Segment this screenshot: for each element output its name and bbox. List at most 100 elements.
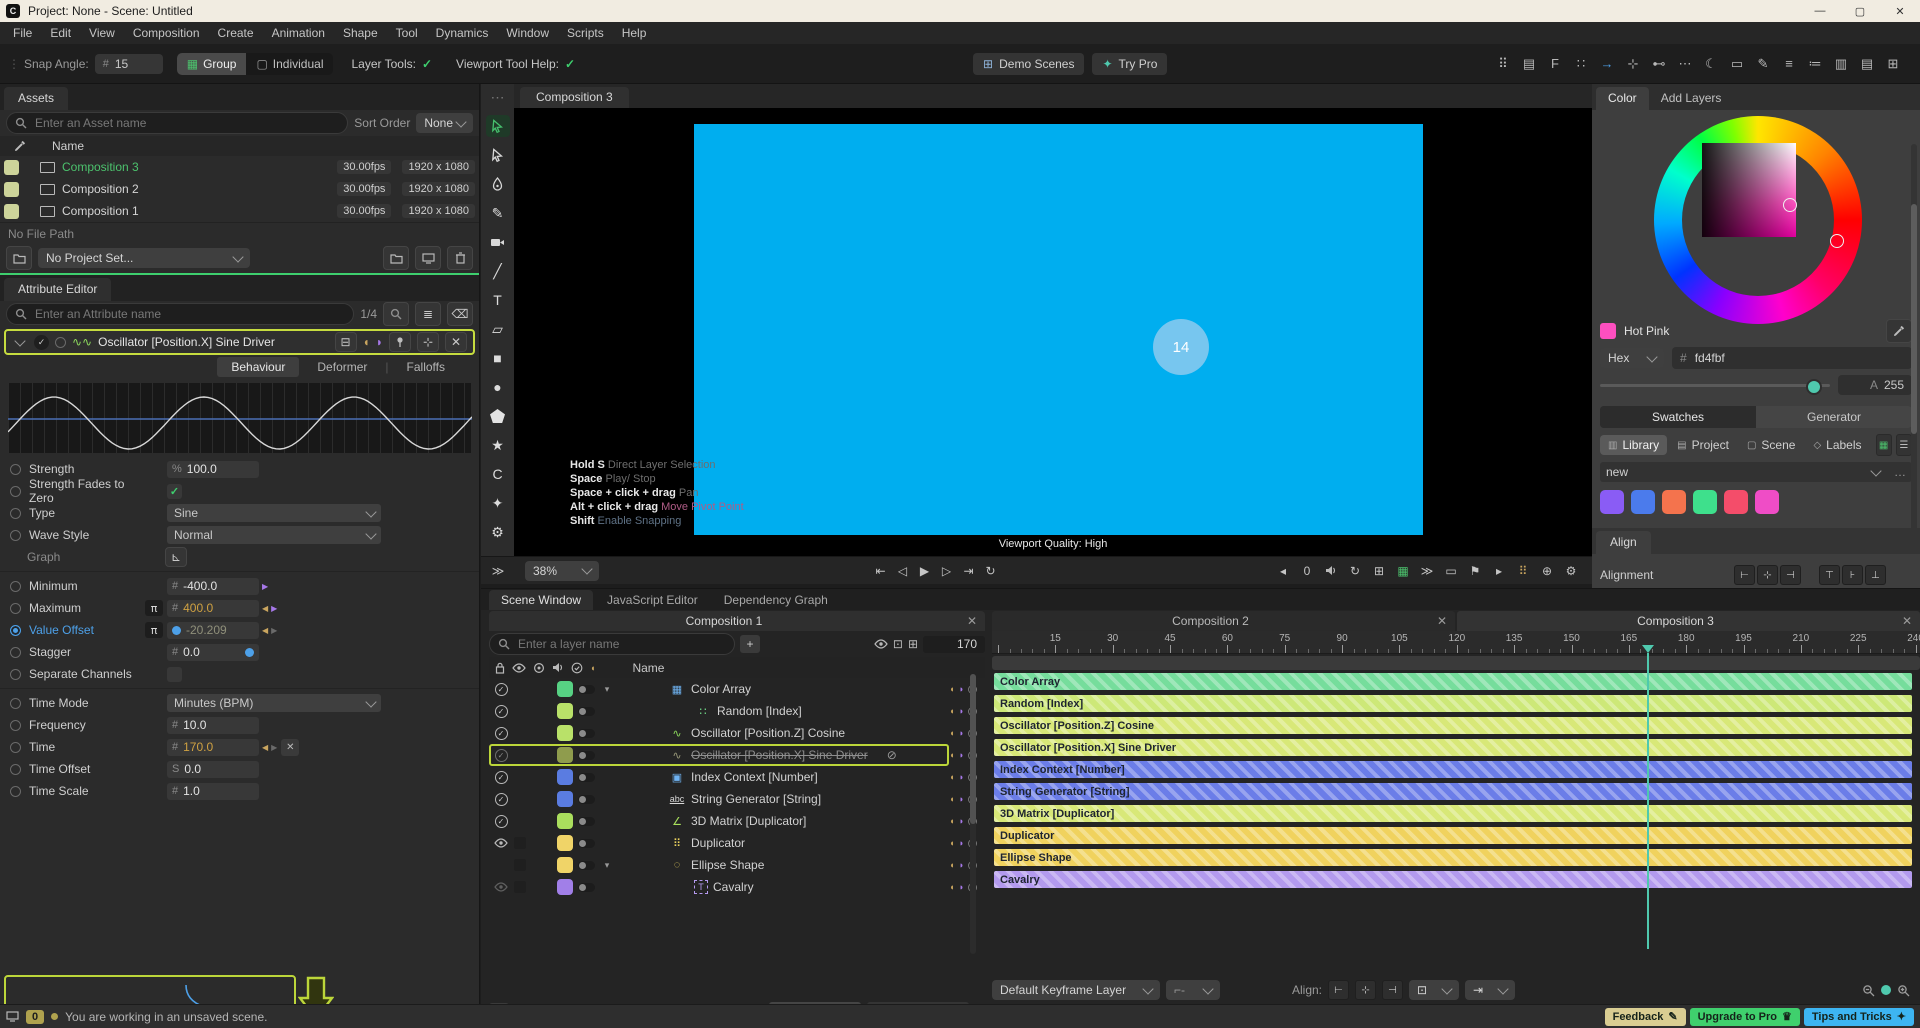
delete-button[interactable] xyxy=(447,246,473,270)
viewport-canvas[interactable]: 14 Hold S Direct Layer SelectionSpace Pl… xyxy=(514,108,1592,556)
viewport-zoom-select[interactable]: 38% xyxy=(525,561,599,581)
strength-field[interactable]: %100.0 xyxy=(167,461,259,478)
align-bottom-icon[interactable]: ⊥ xyxy=(1865,565,1886,585)
color-swatch[interactable] xyxy=(1693,490,1717,514)
viewport-tab-composition3[interactable]: Composition 3 xyxy=(520,87,629,108)
columns-icon[interactable]: ▥ xyxy=(1829,52,1853,76)
layer-tools-check[interactable]: ✓ xyxy=(422,57,432,71)
pentagon-tool[interactable] xyxy=(486,405,510,427)
text-tool[interactable]: T xyxy=(486,289,510,311)
layer-color-swatch[interactable] xyxy=(557,769,573,785)
work-area-bar[interactable] xyxy=(992,656,1920,670)
screen-color-icon[interactable]: ▦ xyxy=(1392,561,1414,581)
timeline-bar[interactable]: Oscillator [Position.X] Sine Driver xyxy=(994,739,1912,756)
layer-row[interactable]: T Cavalry ◖ ◗ xyxy=(489,876,985,898)
viewport-settings-gear-icon[interactable]: ⚙ xyxy=(1560,561,1582,581)
menu-dynamics[interactable]: Dynamics xyxy=(427,26,498,40)
layer-color-swatch[interactable] xyxy=(557,703,573,719)
marker-right-icon[interactable]: ◗ xyxy=(959,750,964,760)
sparkle-tool[interactable]: ✦ xyxy=(486,492,510,514)
layer-toggle[interactable] xyxy=(578,817,595,826)
select-tool[interactable] xyxy=(486,115,510,137)
marker-right-icon[interactable]: ◗ xyxy=(959,706,964,716)
zoom-in-icon[interactable] xyxy=(1897,984,1910,997)
tab-generator[interactable]: Generator xyxy=(1756,406,1912,428)
panel-icon[interactable]: ▤ xyxy=(1517,52,1541,76)
jump-end-button[interactable]: ⇥ xyxy=(958,561,980,581)
audio-icon[interactable] xyxy=(552,662,564,673)
enable-icon[interactable] xyxy=(571,662,583,674)
close-attr-icon[interactable]: ✕ xyxy=(445,332,467,352)
tab-swatches[interactable]: Swatches xyxy=(1600,406,1756,428)
keyframe-marker[interactable]: ▶ xyxy=(271,626,277,635)
menu-help[interactable]: Help xyxy=(613,26,656,40)
asset-row[interactable]: Composition 1 30.00fps 1920 x 1080 xyxy=(0,200,479,222)
snap-mode-select[interactable]: ⊡ xyxy=(1409,980,1459,1000)
flag-icon[interactable]: ⚑ xyxy=(1464,561,1486,581)
collapse-chevron-icon[interactable] xyxy=(14,335,25,346)
keyframe-filter-icon[interactable]: F xyxy=(1543,52,1567,76)
menu-window[interactable]: Window xyxy=(497,26,558,40)
marker-left-icon[interactable]: ◖ xyxy=(949,860,954,870)
close-tab-icon[interactable]: ✕ xyxy=(1429,614,1455,628)
snap-angle-field[interactable]: #15 xyxy=(95,54,163,74)
keyframe-marker[interactable]: ▶ xyxy=(271,604,277,613)
state-marker-right-icon[interactable]: ◗ xyxy=(376,335,383,349)
channel-radio[interactable] xyxy=(10,464,21,475)
swatch-group-select[interactable]: new … xyxy=(1600,462,1912,482)
keyframe-marker[interactable]: ▶ xyxy=(271,743,277,752)
add-layer-button[interactable]: + xyxy=(740,635,760,653)
loop-button[interactable]: ↻ xyxy=(980,561,1002,581)
layer-row[interactable]: ✓ ∠ 3D Matrix [Duplicator] ◖ ◗ xyxy=(489,810,985,832)
layer-row[interactable]: ✓ abc String Generator [String] ◖ ◗ xyxy=(489,788,985,810)
time-field[interactable]: #170.0 xyxy=(167,739,259,756)
attribute-header-row[interactable]: ✓ ∿∿ Oscillator [Position.X] Sine Driver… xyxy=(4,329,475,355)
panel-scrollbar[interactable] xyxy=(1911,144,1917,544)
tab-deformer[interactable]: Deformer xyxy=(303,357,381,377)
layer-state-icon[interactable]: ✓ xyxy=(493,749,509,762)
tab-align[interactable]: Align xyxy=(1596,531,1651,554)
solo-radio[interactable] xyxy=(55,337,66,348)
night-mode-icon[interactable]: ☾ xyxy=(1699,52,1723,76)
align-left-icon[interactable]: ≡ xyxy=(1777,52,1801,76)
playhead-line[interactable] xyxy=(1647,653,1649,949)
demo-scenes-button[interactable]: ⊞ Demo Scenes xyxy=(973,53,1084,75)
channel-radio[interactable] xyxy=(10,720,21,731)
channel-radio[interactable] xyxy=(10,486,21,497)
marker-left-icon[interactable]: ◖ xyxy=(949,772,954,782)
marker-left-icon[interactable]: ◖ xyxy=(949,838,954,848)
playhead-handle[interactable] xyxy=(1642,645,1654,653)
color-wheel[interactable] xyxy=(1592,110,1920,318)
target-icon[interactable]: ⊕ xyxy=(1536,561,1558,581)
hex-field[interactable]: # xyxy=(1672,347,1912,369)
tips-and-tricks-button[interactable]: Tips and Tricks✦ xyxy=(1804,1008,1914,1026)
set-in-icon[interactable]: ◂ xyxy=(1272,561,1294,581)
tab-attribute-editor[interactable]: Attribute Editor xyxy=(4,278,111,301)
keyframe-marker[interactable]: ◀ xyxy=(262,604,268,613)
layout-grid-icon[interactable]: ⠿ xyxy=(1491,52,1515,76)
channel-radio[interactable] xyxy=(10,786,21,797)
saturation-selector[interactable] xyxy=(1783,198,1797,212)
state-marker-left-icon[interactable]: ◖ xyxy=(363,335,370,349)
asset-swatch[interactable] xyxy=(4,182,19,197)
tab-assets[interactable]: Assets xyxy=(4,87,68,110)
grid-view-icon[interactable]: ⊞ xyxy=(1881,52,1905,76)
feedback-button[interactable]: Feedback✎ xyxy=(1605,1008,1686,1026)
library-tab-library[interactable]: ▥Library xyxy=(1600,435,1667,455)
layer-color-swatch[interactable] xyxy=(557,813,573,829)
more-icon[interactable]: ⋯ xyxy=(1673,52,1697,76)
asset-search-input[interactable] xyxy=(6,112,348,134)
guides-icon[interactable]: ≫ xyxy=(1416,561,1438,581)
asset-row[interactable]: Composition 3 30.00fps 1920 x 1080 xyxy=(0,156,479,178)
layer-list-scrollbar[interactable] xyxy=(970,674,976,954)
marker-left-icon[interactable]: ◖ xyxy=(949,794,954,804)
timeline-ruler[interactable]: 1530456075901051201351501651801952102252… xyxy=(992,631,1920,654)
audio-icon[interactable] xyxy=(1320,561,1342,581)
align-middle-icon[interactable]: ⊦ xyxy=(1842,565,1863,585)
layer-state-icon[interactable] xyxy=(493,838,509,848)
pen-tool[interactable] xyxy=(486,173,510,195)
camera-tool[interactable] xyxy=(486,231,510,253)
time-scale-field[interactable]: #1.0 xyxy=(167,783,259,800)
marker-left-icon[interactable]: ◖ xyxy=(949,728,954,738)
keyframe-marker[interactable]: ▶ xyxy=(262,582,268,591)
